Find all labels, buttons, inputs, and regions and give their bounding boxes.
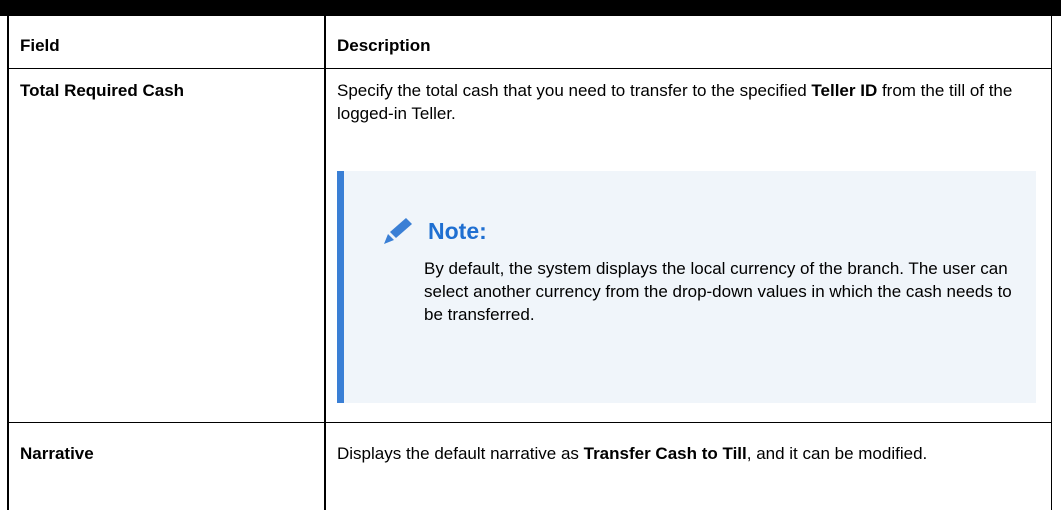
header-divider xyxy=(7,68,1052,69)
note-box: Note: By default, the system displays th… xyxy=(337,171,1036,403)
pencil-icon xyxy=(384,218,412,244)
column-divider xyxy=(324,16,326,510)
description-text: , and it can be modified. xyxy=(746,444,928,463)
table-left-border xyxy=(7,16,9,510)
table-top-border xyxy=(0,0,1061,16)
description-text: Displays the default narrative as xyxy=(337,444,584,463)
description-text: Specify the total cash that you need to … xyxy=(337,81,812,100)
description-term: Transfer Cash to Till xyxy=(583,444,747,463)
field-total-required-cash: Total Required Cash xyxy=(20,81,185,100)
field-narrative: Narrative xyxy=(20,444,94,463)
note-heading: Note: xyxy=(382,216,487,246)
description-narrative: Displays the default narrative as Transf… xyxy=(337,442,1037,465)
row-divider xyxy=(7,422,1052,423)
note-body: By default, the system displays the loca… xyxy=(424,259,1012,324)
table-right-border xyxy=(1051,16,1052,510)
description-term: Teller ID xyxy=(811,81,878,100)
header-description: Description xyxy=(337,36,431,55)
header-field: Field xyxy=(20,36,60,55)
description-total-required-cash: Specify the total cash that you need to … xyxy=(337,79,1037,125)
note-title: Note: xyxy=(428,218,487,244)
